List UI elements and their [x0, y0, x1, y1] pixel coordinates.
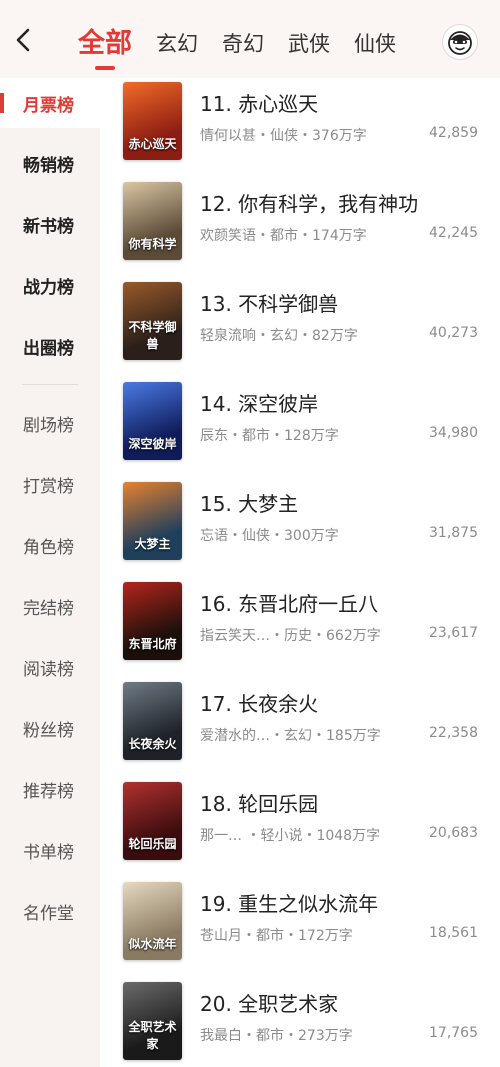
- tab-xianxia[interactable]: 仙侠: [354, 24, 396, 64]
- book-meta: 轻泉流响・玄幻・82万字: [200, 328, 358, 344]
- book-cover[interactable]: 轮回乐园: [123, 782, 182, 860]
- book-title[interactable]: 16. 东晋北府一丘八: [200, 588, 378, 617]
- book-cover-title: 似水流年: [128, 937, 177, 951]
- book-cover[interactable]: 长夜余火: [123, 682, 182, 760]
- monkey-avatar-icon: [448, 31, 472, 55]
- book-meta: 忘语・仙侠・300万字: [200, 528, 339, 544]
- tab-wuxia[interactable]: 武侠: [288, 24, 330, 64]
- back-button[interactable]: [12, 26, 36, 54]
- book-cover[interactable]: 赤心巡天: [123, 82, 182, 160]
- book-title[interactable]: 20. 全职艺术家: [200, 988, 338, 1017]
- book-row[interactable]: 轮回乐园 18. 轮回乐园那一… ・轻小说・1048万字 20,683: [100, 778, 500, 878]
- sidebar-item-juchang[interactable]: 剧场榜: [0, 398, 100, 448]
- book-cover[interactable]: 不科学御兽: [123, 282, 182, 360]
- book-cover[interactable]: 全职艺术家: [123, 982, 182, 1060]
- book-title[interactable]: 17. 长夜余火: [200, 688, 318, 717]
- monthly-ticket-count: 40,273: [429, 325, 478, 341]
- book-row[interactable]: 似水流年 19. 重生之似水流年苍山月・都市・172万字 18,561: [100, 878, 500, 978]
- book-meta: 欢颜笑语・都市・174万字: [200, 228, 367, 244]
- book-cover[interactable]: 似水流年: [123, 882, 182, 960]
- book-meta: 指云笑天…・历史・662万字: [200, 628, 381, 644]
- book-cover-title: 东晋北府: [128, 637, 177, 651]
- book-meta: 苍山月・都市・172万字: [200, 928, 353, 944]
- monthly-ticket-count: 22,358: [429, 725, 478, 741]
- sidebar-item-juese[interactable]: 角色榜: [0, 520, 100, 570]
- monthly-ticket-count: 18,561: [429, 925, 478, 941]
- book-title[interactable]: 15. 大梦主: [200, 488, 298, 517]
- sidebar-item-chuquan[interactable]: 出圈榜: [0, 321, 100, 371]
- book-cover-title: 不科学御兽: [128, 320, 177, 351]
- book-row[interactable]: 全职艺术家 20. 全职艺术家我最白・都市・273万字 17,765: [100, 978, 500, 1067]
- top-bar: 全部 玄幻 奇幻 武侠 仙侠: [0, 0, 500, 78]
- avatar[interactable]: [442, 24, 478, 60]
- book-title[interactable]: 18. 轮回乐园: [200, 788, 318, 817]
- sidebar-item-yuedu[interactable]: 阅读榜: [0, 642, 100, 692]
- monthly-ticket-count: 42,245: [429, 225, 478, 241]
- tab-xuanhuan[interactable]: 玄幻: [156, 24, 198, 64]
- sidebar-item-mingzuo[interactable]: 名作堂: [0, 886, 100, 936]
- book-cover-title: 深空彼岸: [128, 437, 177, 451]
- sidebar-item-xinshu[interactable]: 新书榜: [0, 199, 100, 249]
- book-cover-title: 长夜余火: [128, 737, 177, 751]
- book-cover-title: 你有科学: [128, 237, 177, 251]
- book-row[interactable]: 长夜余火 17. 长夜余火爱潜水的…・玄幻・185万字 22,358: [100, 678, 500, 778]
- book-cover[interactable]: 东晋北府: [123, 582, 182, 660]
- tab-all[interactable]: 全部: [78, 24, 132, 70]
- book-meta: 那一… ・轻小说・1048万字: [200, 828, 381, 844]
- book-title[interactable]: 13. 不科学御兽: [200, 288, 338, 317]
- book-cover[interactable]: 大梦主: [123, 482, 182, 560]
- sidebar-item-fensi[interactable]: 粉丝榜: [0, 703, 100, 753]
- chevron-left-icon: [16, 28, 30, 52]
- sidebar-item-dashang[interactable]: 打赏榜: [0, 459, 100, 509]
- book-title[interactable]: 11. 赤心巡天: [200, 88, 318, 117]
- book-meta: 情何以甚・仙侠・376万字: [200, 128, 367, 144]
- book-row[interactable]: 深空彼岸 14. 深空彼岸辰东・都市・128万字 34,980: [100, 378, 500, 478]
- book-row[interactable]: 不科学御兽 13. 不科学御兽轻泉流响・玄幻・82万字 40,273: [100, 278, 500, 378]
- book-cover[interactable]: 你有科学: [123, 182, 182, 260]
- monthly-ticket-count: 31,875: [429, 525, 478, 541]
- book-cover-title: 大梦主: [134, 537, 171, 551]
- sidebar-item-changxiao[interactable]: 畅销榜: [0, 138, 100, 188]
- category-tabs: 全部 玄幻 奇幻 武侠 仙侠: [78, 20, 420, 70]
- book-cover[interactable]: 深空彼岸: [123, 382, 182, 460]
- book-meta: 我最白・都市・273万字: [200, 1028, 353, 1044]
- book-cover-title: 轮回乐园: [128, 837, 177, 851]
- book-cover-title: 赤心巡天: [128, 137, 177, 151]
- sidebar-divider: [22, 384, 78, 385]
- book-row[interactable]: 东晋北府 16. 东晋北府一丘八指云笑天…・历史・662万字 23,617: [100, 578, 500, 678]
- monthly-ticket-count: 42,859: [429, 125, 478, 141]
- sidebar-item-tuijian[interactable]: 推荐榜: [0, 764, 100, 814]
- ranking-sidebar: 月票榜 畅销榜 新书榜 战力榜 出圈榜 剧场榜 打赏榜 角色榜 完结榜 阅读榜 …: [0, 78, 100, 1067]
- book-title[interactable]: 14. 深空彼岸: [200, 388, 318, 417]
- monthly-ticket-count: 20,683: [429, 825, 478, 841]
- book-meta: 辰东・都市・128万字: [200, 428, 339, 444]
- book-row[interactable]: 赤心巡天 11. 赤心巡天情何以甚・仙侠・376万字 42,859: [100, 78, 500, 178]
- book-title[interactable]: 19. 重生之似水流年: [200, 888, 378, 917]
- tab-qihuan[interactable]: 奇幻: [222, 24, 264, 64]
- book-row[interactable]: 大梦主 15. 大梦主忘语・仙侠・300万字 31,875: [100, 478, 500, 578]
- book-meta: 爱潜水的…・玄幻・185万字: [200, 728, 381, 744]
- book-row[interactable]: 你有科学 12. 你有科学，我有神功欢颜笑语・都市・174万字 42,245: [100, 178, 500, 278]
- monthly-ticket-count: 34,980: [429, 425, 478, 441]
- sidebar-item-wanjie[interactable]: 完结榜: [0, 581, 100, 631]
- app-root: 全部 玄幻 奇幻 武侠 仙侠 月票榜 畅销榜 新书榜 战力榜 出圈榜 剧场榜 打…: [0, 0, 500, 1067]
- sidebar-item-zhanli[interactable]: 战力榜: [0, 260, 100, 310]
- monthly-ticket-count: 23,617: [429, 625, 478, 641]
- sidebar-item-shudan[interactable]: 书单榜: [0, 825, 100, 875]
- sidebar-item-yuepiao[interactable]: 月票榜: [0, 78, 100, 128]
- monthly-ticket-count: 17,765: [429, 1025, 478, 1041]
- book-title[interactable]: 12. 你有科学，我有神功: [200, 188, 418, 217]
- book-cover-title: 全职艺术家: [128, 1020, 177, 1051]
